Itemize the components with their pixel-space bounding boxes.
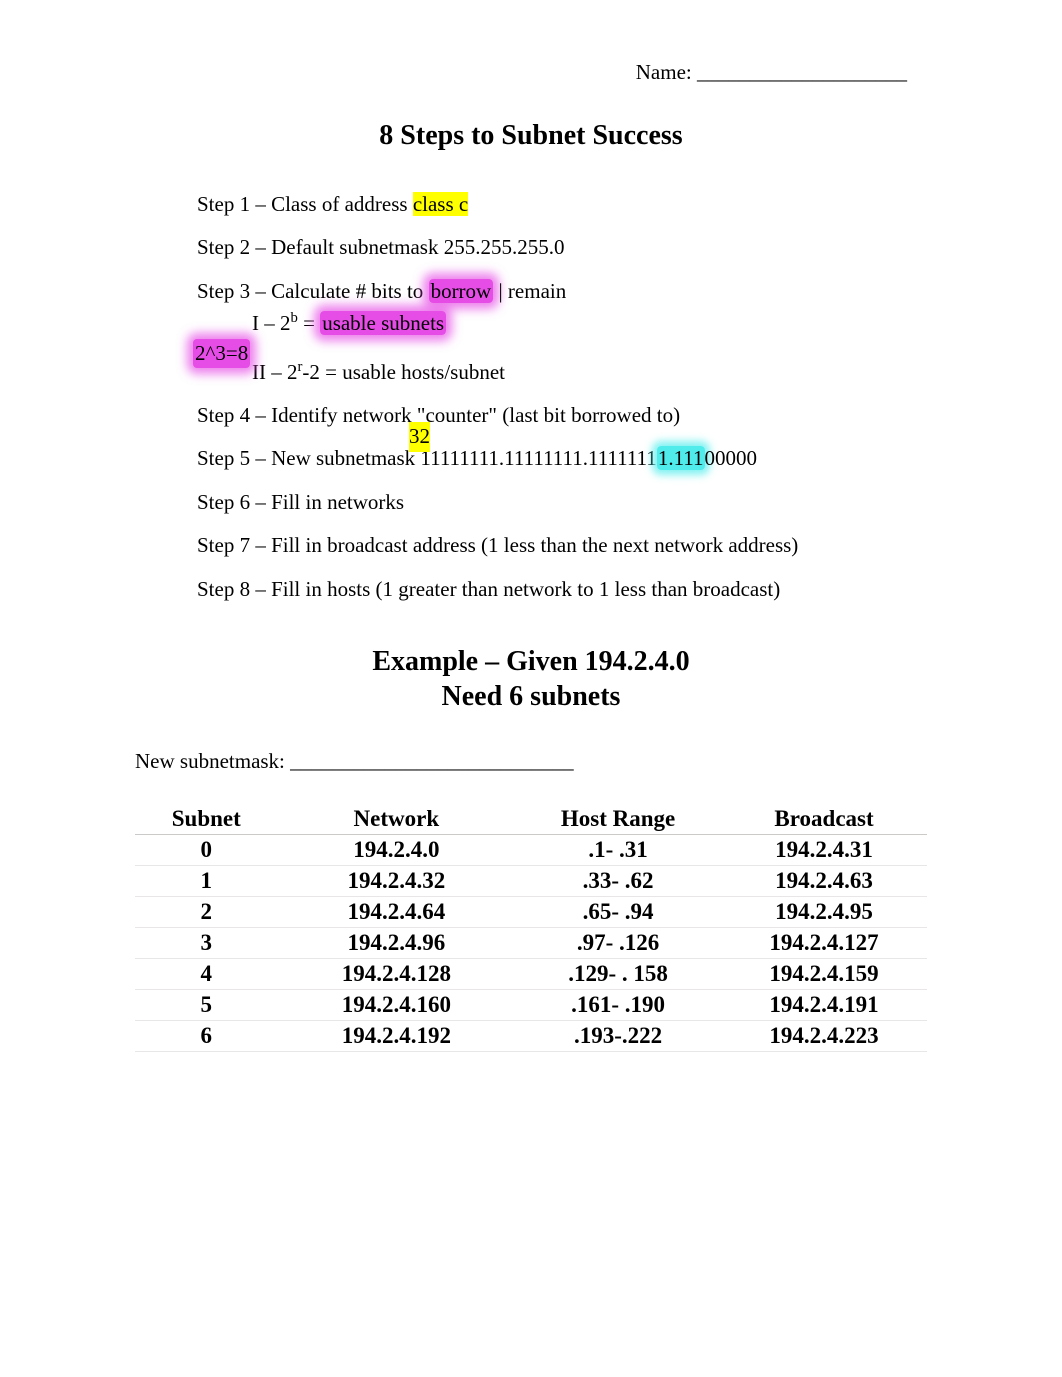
step-5: 32 Step 5 – New subnetmask 11111111.1111… — [197, 444, 927, 473]
cell-subnet: 5 — [135, 989, 278, 1020]
formula-i-prefix: I – 2 — [252, 311, 291, 335]
cell-subnet: 6 — [135, 1020, 278, 1051]
cell-network: 194.2.4.32 — [278, 865, 516, 896]
cell-hostrange: .33- .62 — [515, 865, 721, 896]
cell-hostrange: .161- .190 — [515, 989, 721, 1020]
cell-hostrange: .193-.222 — [515, 1020, 721, 1051]
step-5-suffix: 00000 — [705, 446, 758, 470]
step-3-formula-ii: II – 2r-2 = usable hosts/subnet — [197, 357, 927, 387]
cell-hostrange: .129- . 158 — [515, 958, 721, 989]
cell-network: 194.2.4.160 — [278, 989, 516, 1020]
cell-network: 194.2.4.96 — [278, 927, 516, 958]
step-8: Step 8 – Fill in hosts (1 greater than n… — [197, 575, 927, 604]
cell-subnet: 0 — [135, 834, 278, 865]
step-3-prefix: Step 3 – Calculate # bits to — [197, 279, 429, 303]
usable-subnets-highlight: usable subnets — [320, 311, 446, 335]
table-row: 0 194.2.4.0 .1- .31 194.2.4.31 — [135, 834, 927, 865]
cell-network: 194.2.4.128 — [278, 958, 516, 989]
cell-broadcast: 194.2.4.95 — [721, 896, 927, 927]
step-6: Step 6 – Fill in networks — [197, 488, 927, 517]
document-page: Name: ____________________ 8 Steps to Su… — [0, 0, 1062, 1052]
table-row: 4 194.2.4.128 .129- . 158 194.2.4.159 — [135, 958, 927, 989]
example-title-line1: Example – Given 194.2.4.0 — [135, 644, 927, 679]
cell-subnet: 1 — [135, 865, 278, 896]
cell-subnet: 4 — [135, 958, 278, 989]
table-row: 1 194.2.4.32 .33- .62 194.2.4.63 — [135, 865, 927, 896]
name-label: Name: ____________________ — [636, 60, 907, 84]
step-5-cyan-highlight: 1.111 — [657, 446, 705, 470]
header-host-range: Host Range — [515, 804, 721, 835]
table-row: 5 194.2.4.160 .161- .190 194.2.4.191 — [135, 989, 927, 1020]
step-3-suffix: | remain — [493, 279, 566, 303]
counter-32-highlight: 32 — [409, 422, 430, 451]
step-3-borrow-highlight: borrow — [429, 279, 494, 303]
step-3: Step 3 – Calculate # bits to borrow | re… — [197, 277, 927, 306]
cell-subnet: 2 — [135, 896, 278, 927]
two-cubed-note: 2^3=8 — [193, 339, 250, 368]
step-1-highlight: class c — [413, 192, 468, 216]
steps-list: Step 1 – Class of address class c Step 2… — [135, 190, 927, 604]
cell-network: 194.2.4.64 — [278, 896, 516, 927]
cell-broadcast: 194.2.4.223 — [721, 1020, 927, 1051]
new-subnetmask-line: New subnetmask: ________________________… — [135, 749, 927, 774]
cell-hostrange: .1- .31 — [515, 834, 721, 865]
blur-overlay — [135, 1137, 927, 1197]
subnet-table: Subnet Network Host Range Broadcast 0 19… — [135, 804, 927, 1052]
cell-hostrange: .65- .94 — [515, 896, 721, 927]
cell-broadcast: 194.2.4.127 — [721, 927, 927, 958]
example-title: Example – Given 194.2.4.0 Need 6 subnets — [135, 644, 927, 714]
formula-ii-suffix: -2 = usable hosts/subnet — [302, 360, 505, 384]
page-title: 8 Steps to Subnet Success — [135, 120, 927, 152]
cell-subnet: 3 — [135, 927, 278, 958]
cell-hostrange: .97- .126 — [515, 927, 721, 958]
cell-network: 194.2.4.0 — [278, 834, 516, 865]
formula-i-mid: = — [298, 311, 320, 335]
name-field: Name: ____________________ — [135, 60, 927, 85]
example-title-line2: Need 6 subnets — [135, 679, 927, 714]
cell-broadcast: 194.2.4.31 — [721, 834, 927, 865]
step-4: Step 4 – Identify network "counter" (las… — [197, 401, 927, 430]
cell-broadcast: 194.2.4.159 — [721, 958, 927, 989]
header-subnet: Subnet — [135, 804, 278, 835]
cell-broadcast: 194.2.4.63 — [721, 865, 927, 896]
step-1: Step 1 – Class of address class c — [197, 190, 927, 219]
table-row: 6 194.2.4.192 .193-.222 194.2.4.223 — [135, 1020, 927, 1051]
cell-broadcast: 194.2.4.191 — [721, 989, 927, 1020]
formula-i-sup: b — [291, 310, 298, 326]
step-2: Step 2 – Default subnetmask 255.255.255.… — [197, 233, 927, 262]
header-broadcast: Broadcast — [721, 804, 927, 835]
step-3-formula-i: I – 2b = usable subnets — [197, 308, 927, 338]
formula-ii-prefix: II – 2 — [252, 360, 298, 384]
table-row: 2 194.2.4.64 .65- .94 194.2.4.95 — [135, 896, 927, 927]
cell-network: 194.2.4.192 — [278, 1020, 516, 1051]
step-3-note-anchor: 2^3=8 — [197, 341, 927, 359]
table-header-row: Subnet Network Host Range Broadcast — [135, 804, 927, 835]
step-7: Step 7 – Fill in broadcast address (1 le… — [197, 531, 927, 560]
table-row: 3 194.2.4.96 .97- .126 194.2.4.127 — [135, 927, 927, 958]
header-network: Network — [278, 804, 516, 835]
step-1-prefix: Step 1 – Class of address — [197, 192, 413, 216]
